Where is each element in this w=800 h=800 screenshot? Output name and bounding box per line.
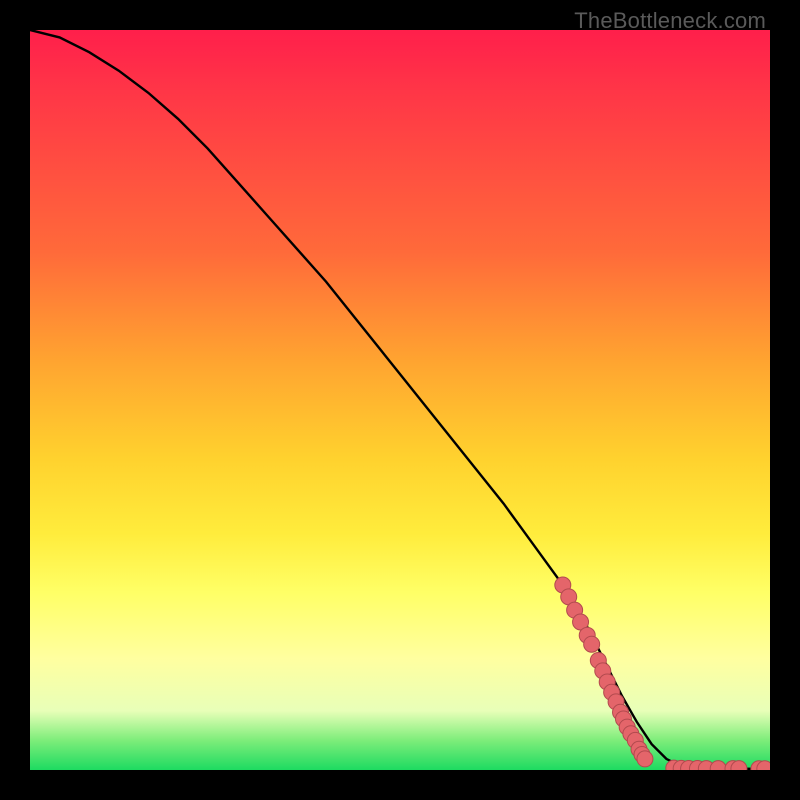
data-marker (637, 751, 653, 767)
data-marker (584, 636, 600, 652)
watermark: TheBottleneck.com (574, 8, 766, 34)
data-marker (710, 761, 726, 770)
chart-svg (30, 30, 770, 770)
chart-container: TheBottleneck.com (0, 0, 800, 800)
data-markers (555, 577, 770, 770)
curve-line (30, 30, 770, 769)
